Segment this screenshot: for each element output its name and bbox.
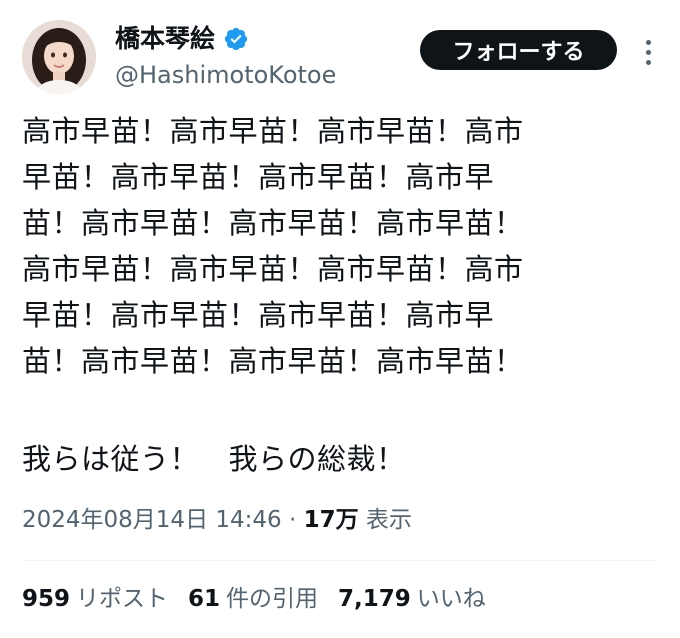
likes-label: いいね [416,586,486,612]
verified-badge-icon [223,26,249,52]
tweet-text-line: 早苗！高市早苗！高市早苗！高市早 [22,160,495,194]
tweet-text-line: 苗！高市早苗！高市早苗！高市早苗！ [22,206,524,240]
display-name[interactable]: 橋本琴絵 [115,22,215,56]
tweet-text-line: 早苗！高市早苗！高市早苗！高市早 [22,298,495,332]
tweet-closing-line: 我らは従う！ 我らの総裁！ [22,442,406,476]
meta-separator: · [281,507,304,533]
tweet-text-line: 高市早苗！高市早苗！高市早苗！高市 [22,252,524,286]
reposts-label: リポスト [76,586,169,612]
tweet-timestamp[interactable]: 2024年08月14日 14:46 [22,507,282,533]
tweet-card: 橋本琴絵 @HashimotoKotoe フォローする 高市早苗！高市早苗！高市… [0,0,680,638]
quotes-count: 61 [188,586,221,612]
reposts-count: 959 [22,586,71,612]
tweet-text-line: 高市早苗！高市早苗！高市早苗！高市 [22,114,524,148]
engagement-stats: 959 リポスト 61 件の引用 7,179 いいね [22,582,486,616]
views-count: 17万 [303,507,359,533]
user-name-row: 橋本琴絵 [115,22,249,56]
follow-button[interactable]: フォローする [420,30,617,70]
likes-count: 7,179 [338,586,411,612]
tweet-spacer [22,384,637,436]
user-handle[interactable]: @HashimotoKotoe [115,60,336,90]
avatar[interactable] [22,20,96,94]
tweet-text: 高市早苗！高市早苗！高市早苗！高市 早苗！高市早苗！高市早苗！高市早 苗！高市早… [22,108,637,482]
quotes-label: 件の引用 [226,586,319,612]
more-options-icon[interactable] [636,36,660,68]
quotes-stat[interactable]: 61 件の引用 [188,582,318,616]
reposts-stat[interactable]: 959 リポスト [22,582,168,616]
avatar-image [22,20,96,94]
tweet-meta: 2024年08月14日 14:46 · 17万 表示 [22,502,412,538]
likes-stat[interactable]: 7,179 いいね [338,582,486,616]
tweet-text-line: 苗！高市早苗！高市早苗！高市早苗！ [22,344,524,378]
divider [22,560,658,561]
views-label: 表示 [358,507,412,533]
